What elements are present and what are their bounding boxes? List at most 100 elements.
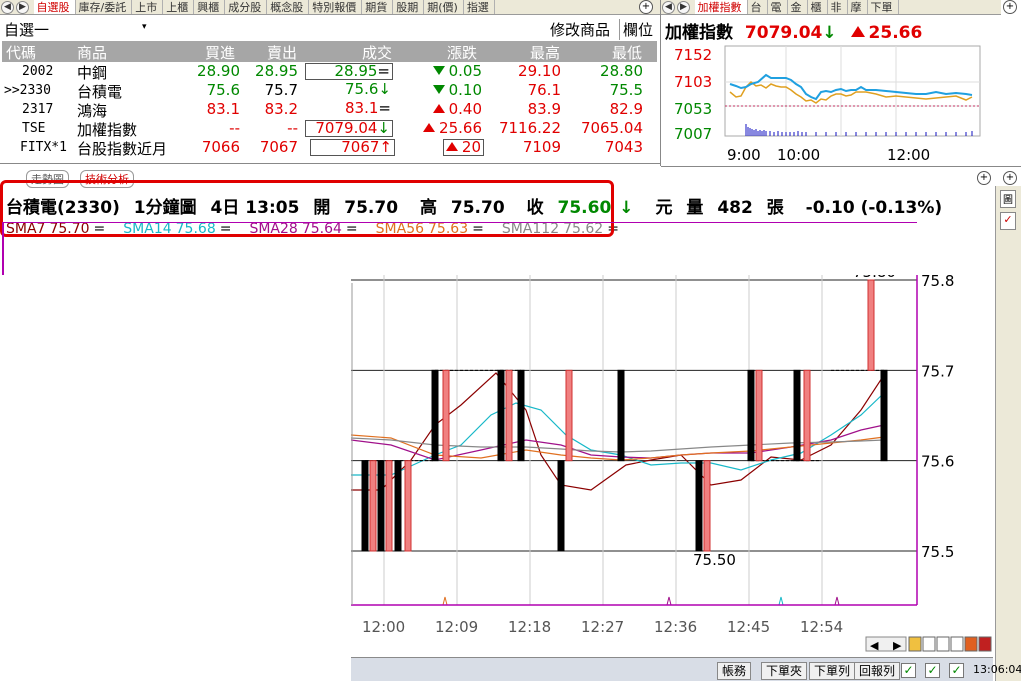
checkbox-2[interactable]: ✓	[925, 663, 940, 678]
side-check-icon[interactable]: ✓	[1000, 212, 1016, 230]
scroll-left-icon[interactable]: ◀	[870, 639, 879, 652]
tab-1[interactable]: 庫存/委託	[76, 0, 133, 14]
quote-ask: 28.95	[255, 62, 298, 80]
right-tab-0[interactable]: 加權指數	[694, 0, 748, 14]
right-tab-4[interactable]: 櫃	[808, 0, 828, 14]
quote-name: 鴻海	[77, 102, 108, 120]
tab-5[interactable]: 成分股	[225, 0, 268, 14]
x-tick-label: 12:45	[727, 618, 770, 636]
candle	[617, 369, 625, 462]
quote-last-value: 28.95	[334, 62, 378, 80]
watchlist-selector[interactable]: 自選一 ▾	[4, 19, 150, 39]
tab-8[interactable]: 期貨	[362, 0, 394, 14]
quote-ask: 7067	[259, 138, 298, 156]
zoom-in-icon[interactable]: +	[639, 0, 653, 14]
index-value: 7079.04	[744, 23, 823, 43]
tab-11[interactable]: 指選	[464, 0, 495, 14]
volume-unit: 張	[766, 198, 784, 218]
x-tick-label: 12:27	[581, 618, 624, 636]
quote-name: 中鋼	[77, 64, 108, 82]
right-tab-next-icon[interactable]: ▶	[677, 1, 690, 14]
columns-button[interactable]: 欄位	[619, 19, 653, 40]
header-last: 成交	[362, 44, 393, 62]
quote-ask: --	[287, 119, 298, 137]
order-bar-button[interactable]: 下單列	[809, 662, 856, 680]
quote-bid: --	[229, 119, 240, 137]
quote-change-value: 0.40	[448, 100, 482, 118]
modify-product-button[interactable]: 修改商品	[550, 19, 610, 40]
header-bid: 買進	[205, 44, 236, 62]
tab-10[interactable]: 期(價)	[424, 0, 464, 14]
index-zoom-icon[interactable]: +	[1003, 0, 1017, 14]
up-triangle-icon	[445, 142, 458, 151]
right-tab-3[interactable]: 金	[788, 0, 808, 14]
right-tab-2[interactable]: 電	[768, 0, 788, 14]
right-tab-5[interactable]: 非	[828, 0, 848, 14]
up-triangle-icon	[432, 104, 445, 113]
order-folder-button[interactable]: 下單夾	[761, 662, 808, 680]
quote-last-value: 75.6	[345, 80, 379, 98]
report-bar-button[interactable]: 回報列	[854, 662, 901, 680]
tab-6[interactable]: 概念股	[267, 0, 310, 14]
x-tick-label: 12:54	[800, 618, 843, 636]
chart-zoom-icon[interactable]: +	[977, 171, 991, 185]
checkbox-3[interactable]: ✓	[949, 663, 964, 678]
tab-4[interactable]: 興櫃	[194, 0, 226, 14]
quote-bid: 75.6	[206, 81, 240, 99]
low-annotation: 75.50	[693, 551, 736, 569]
quote-row[interactable]: FITX*1 台股指數近月 7066 7067 7067↑ 20 7109 7043	[2, 138, 657, 158]
close-down-icon: ↓	[619, 198, 634, 218]
index-y-tick: 7152	[674, 46, 712, 64]
quote-table-header: 代碼 商品 買進 賣出 成交 漲跌 最高 最低	[2, 41, 657, 62]
tab-3[interactable]: 上櫃	[163, 0, 195, 14]
candle	[755, 369, 763, 462]
quote-name: 加權指數	[77, 121, 138, 139]
clock-time: 13:06:04	[973, 663, 1021, 676]
quote-last-box: 7067↑	[310, 139, 395, 156]
index-chart: 7152 7103 7053 7007 9:00 10:00 12:00	[674, 45, 981, 164]
quote-low: 7065.04	[580, 119, 643, 137]
quote-row[interactable]: 2002 中鋼 28.90 28.95 28.95= 0.05 29.10 28.80	[2, 62, 657, 82]
chart-toolbar-icons[interactable]	[908, 636, 992, 652]
tab-9[interactable]: 股期	[393, 0, 425, 14]
right-tab-6[interactable]: 摩	[848, 0, 868, 14]
tab-0[interactable]: 自選股	[33, 0, 76, 14]
index-change: 25.66	[868, 23, 923, 43]
quote-row[interactable]: >>2330 台積電 75.6 75.7 75.6↓ 0.10 76.1 75.5	[2, 81, 657, 101]
candle	[377, 460, 385, 552]
quote-change-value: 20	[461, 138, 481, 156]
scroll-right-icon[interactable]: ▶	[893, 639, 902, 652]
x-tick-label: 12:00	[362, 618, 405, 636]
left-panel-border	[0, 163, 660, 164]
tab-next-icon[interactable]: ▶	[16, 1, 29, 14]
quote-name: 台股指數近月	[77, 140, 168, 158]
quote-row[interactable]: 2317 鴻海 83.1 83.2 83.1= 0.40 83.9 82.9	[2, 100, 657, 120]
right-tab-prev-icon[interactable]: ◀	[662, 1, 675, 14]
equal-mark-icon: =	[377, 62, 390, 80]
tab-2[interactable]: 上市	[132, 0, 164, 14]
tab-prev-icon[interactable]: ◀	[1, 1, 14, 14]
quote-last-box: 75.6↓	[305, 82, 393, 97]
quote-ask: 83.2	[264, 100, 298, 118]
bottom-bar: 帳務 下單夾 下單列 回報列 ✓ ✓ ✓ 13:06:04	[351, 657, 1021, 681]
index-y-tick: 7007	[674, 125, 712, 143]
chart-side-toolbar: 圖 ✓	[995, 186, 1021, 681]
account-button[interactable]: 帳務	[717, 662, 752, 680]
chart-zoom-icon-2[interactable]: +	[1003, 171, 1017, 185]
candle	[442, 369, 450, 462]
index-y-tick: 7103	[674, 73, 712, 91]
index-header: 加權指數 7079.04↓ 25.66	[665, 18, 922, 43]
candle	[793, 369, 801, 462]
tab-7[interactable]: 特別報價	[309, 0, 363, 14]
quote-bid: 28.90	[197, 62, 240, 80]
header-low: 最低	[612, 44, 643, 62]
quote-change: 0.10	[432, 81, 482, 99]
quote-row[interactable]: TSE 加權指數 -- -- 7079.04↓ 25.66 7116.22 7065.04	[2, 119, 657, 139]
right-tab-1[interactable]: 台	[748, 0, 768, 14]
candlestick-chart: 75.8 75.7 75.6 75.5 12:00 12:09 12:18 12:27 12:3…	[351, 275, 992, 652]
quote-change-value: 0.10	[448, 81, 482, 99]
side-tool-icon[interactable]: 圖	[1000, 190, 1016, 208]
right-tab-7[interactable]: 下單	[868, 0, 899, 14]
index-x-tick: 10:00	[777, 146, 820, 164]
checkbox-1[interactable]: ✓	[901, 663, 916, 678]
